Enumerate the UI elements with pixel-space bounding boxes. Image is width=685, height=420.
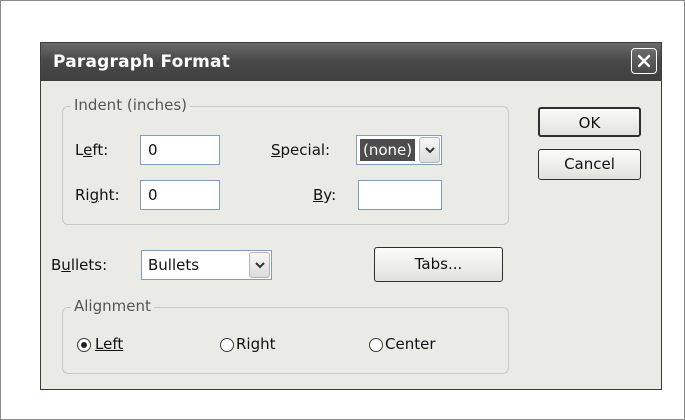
- right-indent-input[interactable]: 0: [140, 180, 220, 210]
- align-center-radio[interactable]: [369, 338, 383, 352]
- chevron-down-icon: [425, 147, 435, 154]
- close-button[interactable]: [631, 48, 657, 74]
- special-label: Special:: [271, 141, 331, 159]
- ok-button[interactable]: OK: [538, 107, 641, 137]
- bullets-selected-value: Bullets: [148, 256, 200, 274]
- special-selected-value: (none): [360, 139, 416, 161]
- left-indent-input[interactable]: 0: [140, 135, 220, 165]
- paragraph-format-dialog: Paragraph Format Indent (inches) Left: 0…: [40, 42, 662, 390]
- bullets-label: Bullets:: [51, 256, 108, 274]
- radio-selected-dot: [81, 342, 87, 348]
- close-icon: [637, 54, 651, 68]
- indent-group-legend: Indent (inches): [71, 96, 191, 114]
- special-dropdown[interactable]: (none): [356, 135, 442, 165]
- ok-button-label: OK: [578, 114, 601, 132]
- align-left-radio[interactable]: [77, 338, 91, 352]
- by-input[interactable]: [358, 180, 442, 210]
- align-center-label: Center: [385, 335, 436, 353]
- right-label: Right:: [75, 186, 120, 204]
- align-right-radio[interactable]: [220, 338, 234, 352]
- left-label: Left:: [75, 141, 109, 159]
- align-left-option[interactable]: Left: [77, 334, 167, 356]
- title-bar[interactable]: Paragraph Format: [41, 43, 661, 81]
- by-label: By:: [313, 186, 337, 204]
- alignment-group-legend: Alignment: [71, 297, 154, 315]
- align-center-option[interactable]: Center: [369, 334, 469, 356]
- tabs-button-label: Tabs...: [414, 255, 463, 273]
- align-right-label: Right: [236, 335, 276, 353]
- tabs-button[interactable]: Tabs...: [374, 247, 503, 282]
- bullets-dropdown-arrow[interactable]: [249, 252, 270, 278]
- align-right-option[interactable]: Right: [220, 334, 310, 356]
- cancel-button-label: Cancel: [564, 155, 615, 173]
- indent-group: Indent (inches) Left: 0 Special: (none) …: [62, 96, 509, 225]
- special-dropdown-arrow[interactable]: [419, 137, 440, 163]
- dialog-title: Paragraph Format: [53, 52, 231, 72]
- chevron-down-icon: [255, 262, 265, 269]
- align-left-label: Left: [95, 335, 124, 353]
- alignment-group: Alignment Left Right Center: [62, 297, 509, 374]
- bullets-dropdown[interactable]: Bullets: [141, 250, 272, 280]
- cancel-button[interactable]: Cancel: [538, 149, 641, 180]
